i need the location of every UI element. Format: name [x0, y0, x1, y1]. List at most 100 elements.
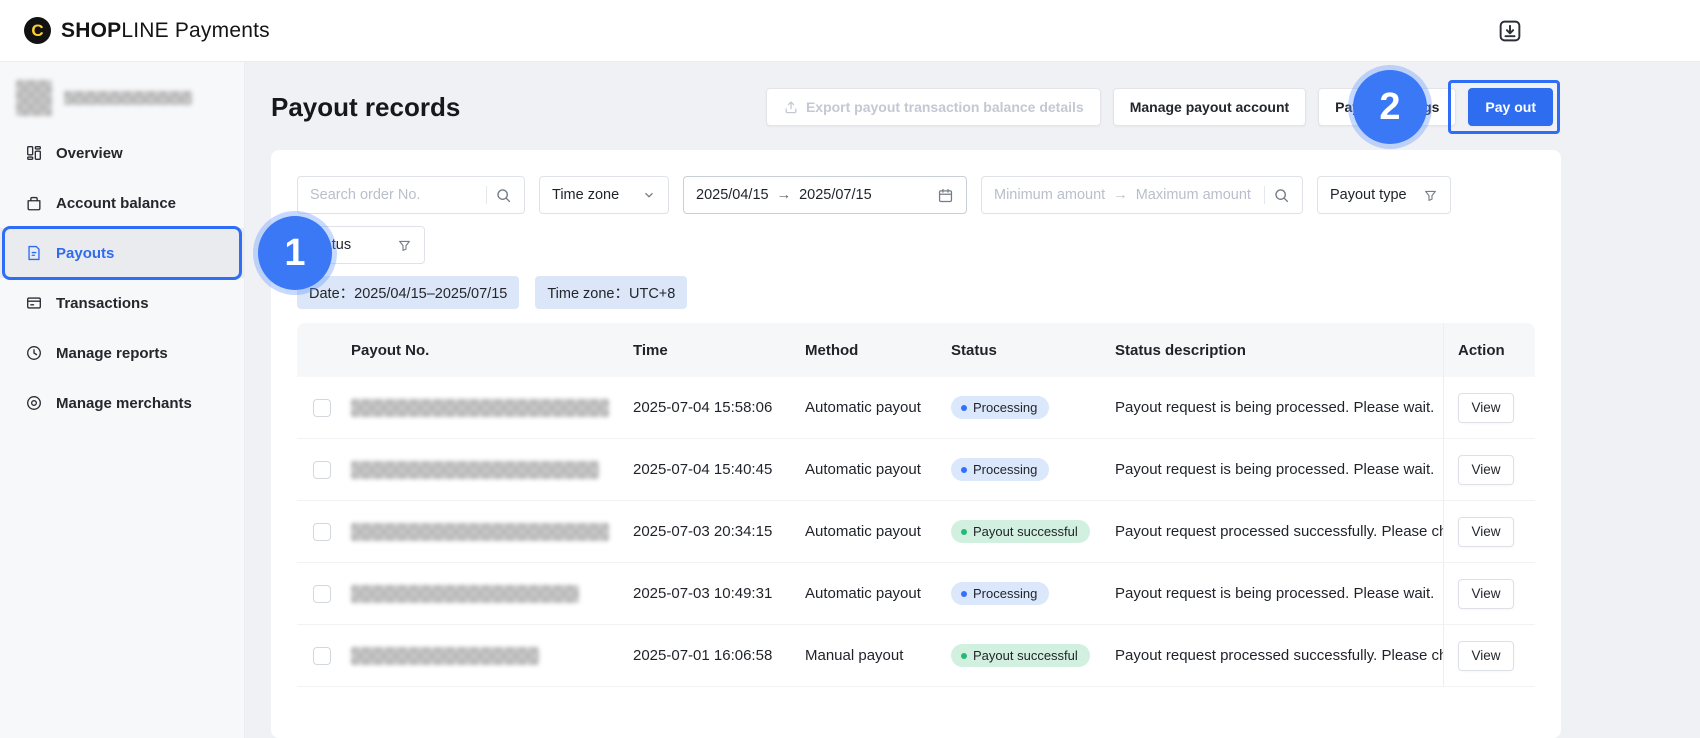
chevron-down-icon — [642, 188, 656, 202]
date-from: 2025/04/15 — [696, 187, 769, 203]
row-checkbox[interactable] — [313, 461, 331, 479]
date-range-picker[interactable]: 2025/04/15 → 2025/07/15 — [683, 176, 967, 214]
filter-row-2: Status — [297, 226, 1535, 264]
export-button[interactable]: Export payout transaction balance detail… — [766, 88, 1101, 126]
status-badge-label: Processing — [973, 462, 1037, 477]
view-button[interactable]: View — [1458, 393, 1514, 423]
payout-no-redacted — [351, 399, 609, 417]
payout-no-cell — [351, 460, 633, 478]
header-buttons: Export payout transaction balance detail… — [766, 88, 1553, 126]
main-content: Payout records Export payout transaction… — [246, 62, 1700, 738]
annotation-box-pay-out — [1448, 80, 1560, 134]
sidebar-item-manage-reports[interactable]: Manage reports — [0, 328, 244, 378]
time-zone-select[interactable]: Time zone — [539, 176, 669, 214]
status-badge: Processing — [951, 582, 1049, 605]
status-badge: Processing — [951, 396, 1049, 419]
header-status: Status — [951, 342, 1115, 359]
payout-no-redacted — [351, 647, 539, 665]
manage-payout-account-button[interactable]: Manage payout account — [1113, 88, 1306, 126]
payout-no-cell — [351, 584, 633, 602]
status-badge: Payout successful — [951, 644, 1090, 667]
row-checkbox[interactable] — [313, 399, 331, 417]
status-badge: Processing — [951, 458, 1049, 481]
row-action-cell: View — [1443, 501, 1535, 562]
active-filter-tags: Date：2025/04/15–2025/07/15 Time zone：UTC… — [297, 276, 1535, 309]
sidebar-item-label: Manage merchants — [56, 395, 192, 412]
row-select-cell — [297, 461, 351, 479]
min-amount-placeholder: Minimum amount — [994, 187, 1105, 203]
payout-records-card: Search order No. Time zone 2025/04/15 — [271, 150, 1561, 738]
header-method: Method — [805, 342, 951, 359]
annotation-box-payouts — [2, 226, 242, 280]
status-badge-label: Processing — [973, 400, 1037, 415]
input-divider — [486, 186, 487, 204]
sidebar-item-label: Overview — [56, 145, 123, 162]
search-icon[interactable] — [495, 187, 512, 204]
status-description: Payout request processed successfully. P… — [1115, 523, 1443, 540]
row-select-cell — [297, 399, 351, 417]
sidebar-item-label: Account balance — [56, 195, 176, 212]
table-row: 2025-07-03 10:49:31 Automatic payout Pro… — [297, 563, 1535, 625]
status-dot-icon — [961, 405, 967, 411]
status-badge-label: Processing — [973, 586, 1037, 601]
sidebar-item-account-balance[interactable]: Account balance — [0, 178, 244, 228]
status-dot-icon — [961, 591, 967, 597]
sidebar-item-manage-merchants[interactable]: Manage merchants — [0, 378, 244, 428]
status-dot-icon — [961, 467, 967, 473]
date-to: 2025/07/15 — [799, 187, 872, 203]
view-button[interactable]: View — [1458, 579, 1514, 609]
payout-no-redacted — [351, 461, 599, 479]
search-order-input[interactable]: Search order No. — [297, 176, 525, 214]
payout-status-cell: Processing — [951, 458, 1115, 481]
payout-status-cell: Payout successful — [951, 644, 1115, 667]
payout-type-label: Payout type — [1330, 187, 1407, 203]
header-payout-no: Payout No. — [351, 342, 633, 359]
calendar-icon — [937, 187, 954, 204]
payout-no-redacted — [351, 585, 579, 603]
view-button[interactable]: View — [1458, 517, 1514, 547]
payout-no-redacted — [351, 523, 609, 541]
row-checkbox[interactable] — [313, 647, 331, 665]
avatar — [16, 80, 52, 116]
table-row: 2025-07-01 16:06:58 Manual payout Payout… — [297, 625, 1535, 687]
row-checkbox[interactable] — [313, 523, 331, 541]
payout-type-filter[interactable]: Payout type — [1317, 176, 1451, 214]
brand-text: SHOPLINE Payments — [61, 19, 270, 43]
brand-rest: LINE Payments — [121, 19, 270, 42]
row-checkbox[interactable] — [313, 585, 331, 603]
status-dot-icon — [961, 529, 967, 535]
amount-range-input[interactable]: Minimum amount → Maximum amount — [981, 176, 1303, 214]
row-select-cell — [297, 647, 351, 665]
merchant-name-redacted — [64, 91, 192, 105]
search-icon[interactable] — [1273, 187, 1290, 204]
timezone-tag: Time zone：UTC+8 — [535, 276, 687, 309]
payout-time: 2025-07-04 15:58:06 — [633, 399, 805, 416]
payout-status-cell: Processing — [951, 396, 1115, 419]
status-badge-label: Payout successful — [973, 648, 1078, 663]
table-row: 2025-07-03 20:34:15 Automatic payout Pay… — [297, 501, 1535, 563]
merchants-icon — [25, 394, 43, 412]
view-button[interactable]: View — [1458, 641, 1514, 671]
sidebar: Overview Account balance Payouts — [0, 62, 245, 738]
payout-method: Automatic payout — [805, 523, 951, 540]
topbar: C SHOPLINE Payments — [0, 0, 1700, 62]
sidebar-item-transactions[interactable]: Transactions — [0, 278, 244, 328]
sidebar-item-label: Transactions — [56, 295, 149, 312]
payout-time: 2025-07-03 10:49:31 — [633, 585, 805, 602]
merchant-profile[interactable] — [0, 80, 244, 116]
table-header: Payout No. Time Method Status Status des… — [297, 323, 1535, 377]
filter-funnel-icon — [397, 238, 412, 253]
payout-no-cell — [351, 398, 633, 416]
payout-time: 2025-07-03 20:34:15 — [633, 523, 805, 540]
status-description: Payout request is being processed. Pleas… — [1115, 585, 1443, 602]
view-button[interactable]: View — [1458, 455, 1514, 485]
header-action: Action — [1443, 323, 1535, 377]
row-select-cell — [297, 523, 351, 541]
annotation-step-1: 1 — [258, 216, 332, 290]
sidebar-item-overview[interactable]: Overview — [0, 128, 244, 178]
manage-payout-account-label: Manage payout account — [1130, 99, 1289, 115]
transactions-icon — [25, 294, 43, 312]
filter-funnel-icon — [1423, 188, 1438, 203]
overview-icon — [25, 144, 43, 162]
download-icon[interactable] — [1497, 18, 1523, 44]
